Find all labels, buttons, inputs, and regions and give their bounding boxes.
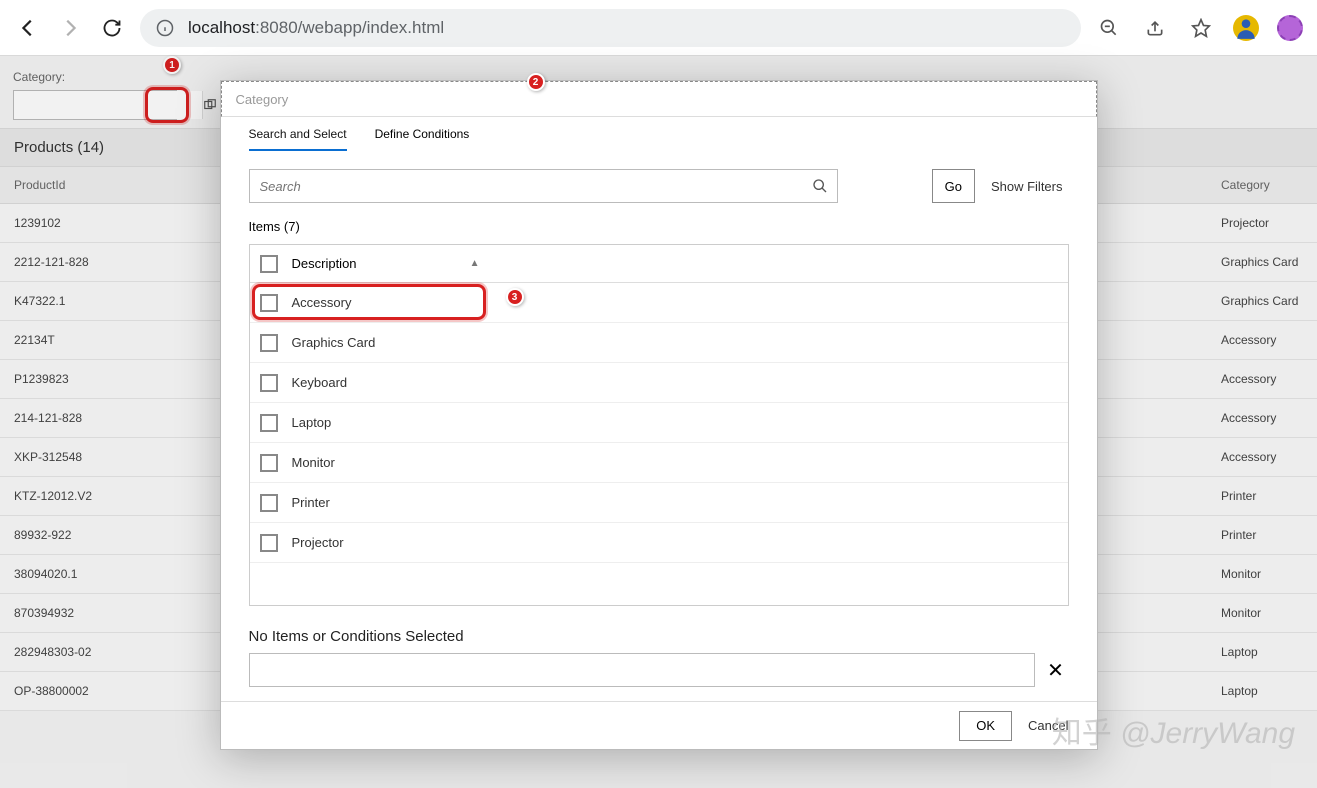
list-item[interactable]: Monitor [250,443,1068,483]
dialog-tabs: Search and Select Define Conditions [221,117,1097,151]
tab-search-select[interactable]: Search and Select [249,127,347,151]
list-item[interactable]: Printer [250,483,1068,523]
items-header-row: Description ▲ [250,245,1068,283]
tab-define-conditions[interactable]: Define Conditions [375,127,470,151]
selected-items-label: No Items or Conditions Selected [221,606,1097,653]
item-label: Accessory [292,295,352,310]
forward-button[interactable] [56,14,84,42]
items-list: Description ▲ Accessory 3 Graphics Card Key… [249,244,1069,606]
selected-tokens-input[interactable] [249,653,1035,687]
go-button[interactable]: Go [932,169,975,203]
search-row: Go Show Filters [221,151,1097,213]
item-checkbox[interactable] [260,334,278,352]
item-checkbox[interactable] [260,374,278,392]
item-label: Graphics Card [292,335,376,350]
dialog-footer: OK Cancel [221,701,1097,749]
share-icon[interactable] [1141,14,1169,42]
dialog-backdrop: Category 2 Search and Select Define Cond… [0,56,1317,788]
search-box [249,169,838,203]
token-row: ✕ [221,653,1097,701]
item-checkbox[interactable] [260,414,278,432]
item-label: Monitor [292,455,335,470]
annotation-badge-2: 2 [527,73,545,91]
item-checkbox[interactable] [260,294,278,312]
dialog-title-bar: Category 2 [221,81,1097,117]
items-count-label: Items (7) [221,213,1097,244]
annotation-badge-3: 3 [506,288,524,306]
dialog-title: Category [236,92,289,107]
browser-toolbar: localhost:8080/webapp/index.html [0,0,1317,56]
profile-avatar-2[interactable] [1277,15,1303,41]
list-item[interactable]: Keyboard [250,363,1068,403]
browser-right-icons [1095,14,1303,42]
item-checkbox[interactable] [260,534,278,552]
show-filters-link[interactable]: Show Filters [985,179,1069,194]
address-bar[interactable]: localhost:8080/webapp/index.html [140,9,1081,47]
bookmark-icon[interactable] [1187,14,1215,42]
cancel-button[interactable]: Cancel [1028,718,1068,733]
item-label: Printer [292,495,330,510]
item-label: Laptop [292,415,332,430]
list-item[interactable]: Graphics Card [250,323,1068,363]
profile-avatar-1[interactable] [1233,15,1259,41]
url-text: localhost:8080/webapp/index.html [188,18,444,38]
list-item[interactable]: Accessory 3 [250,283,1068,323]
annotation-ring-3 [252,284,486,320]
item-checkbox[interactable] [260,494,278,512]
search-icon[interactable] [803,178,837,194]
back-button[interactable] [14,14,42,42]
info-icon [156,19,174,37]
search-input[interactable] [250,179,803,194]
list-item[interactable]: Laptop [250,403,1068,443]
list-item[interactable]: Projector [250,523,1068,563]
reload-button[interactable] [98,14,126,42]
ok-button[interactable]: OK [959,711,1012,741]
sort-ascending-icon: ▲ [470,258,480,269]
clear-tokens-button[interactable]: ✕ [1043,657,1069,683]
select-all-checkbox[interactable] [260,255,278,273]
col-description[interactable]: Description ▲ [292,256,492,271]
item-label: Keyboard [292,375,348,390]
item-label: Projector [292,535,344,550]
zoom-icon[interactable] [1095,14,1123,42]
item-checkbox[interactable] [260,454,278,472]
value-help-dialog: Category 2 Search and Select Define Cond… [220,80,1098,750]
